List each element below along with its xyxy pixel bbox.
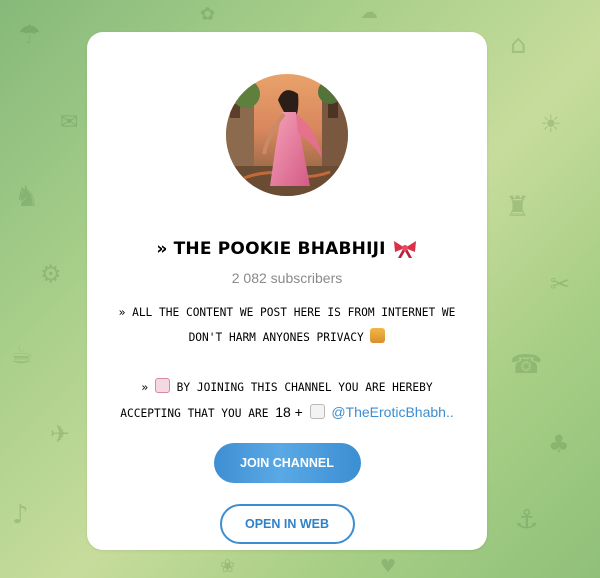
description-line-3-text: BY JOINING THIS CHANNEL YOU ARE HEREBY <box>176 381 433 394</box>
channel-avatar <box>226 74 348 196</box>
ribbon-bow-icon <box>393 241 416 258</box>
description-line-3: » BY JOINING THIS CHANNEL YOU ARE HEREBY <box>97 375 477 400</box>
channel-preview-card: » THE POOKIE BHABHIJI 2 082 subscribers … <box>87 32 487 550</box>
description-line-4: ACCEPTING THAT YOU ARE 18 + @TheEroticBh… <box>97 400 477 426</box>
channel-mention-link[interactable]: @TheEroticBhabh.. <box>331 404 453 420</box>
description-line-3-prefix: » <box>141 381 149 394</box>
subscriber-count: 2 082 subscribers <box>231 270 343 286</box>
description-line-1: » ALL THE CONTENT WE POST HERE IS FROM I… <box>118 306 456 319</box>
channel-title-text: » THE POOKIE BHABHIJI <box>156 239 386 259</box>
channel-description: » ALL THE CONTENT WE POST HERE IS FROM I… <box>97 300 477 426</box>
lock-icon <box>370 328 386 343</box>
memo-icon <box>309 404 325 419</box>
description-line-2-text: DON'T HARM ANYONES PRIVACY <box>188 331 364 344</box>
avatar-image <box>226 74 348 196</box>
description-line-4-text: ACCEPTING THAT YOU ARE <box>120 407 269 420</box>
love-letter-icon <box>154 378 170 393</box>
channel-title: » THE POOKIE BHABHIJI <box>156 239 417 259</box>
description-line-2: DON'T HARM ANYONES PRIVACY <box>97 325 477 350</box>
age-text: 18 + <box>275 404 303 420</box>
open-in-web-button[interactable]: OPEN IN WEB <box>219 504 355 544</box>
join-channel-button[interactable]: JOIN CHANNEL <box>213 443 361 483</box>
description-spacer <box>97 350 477 375</box>
